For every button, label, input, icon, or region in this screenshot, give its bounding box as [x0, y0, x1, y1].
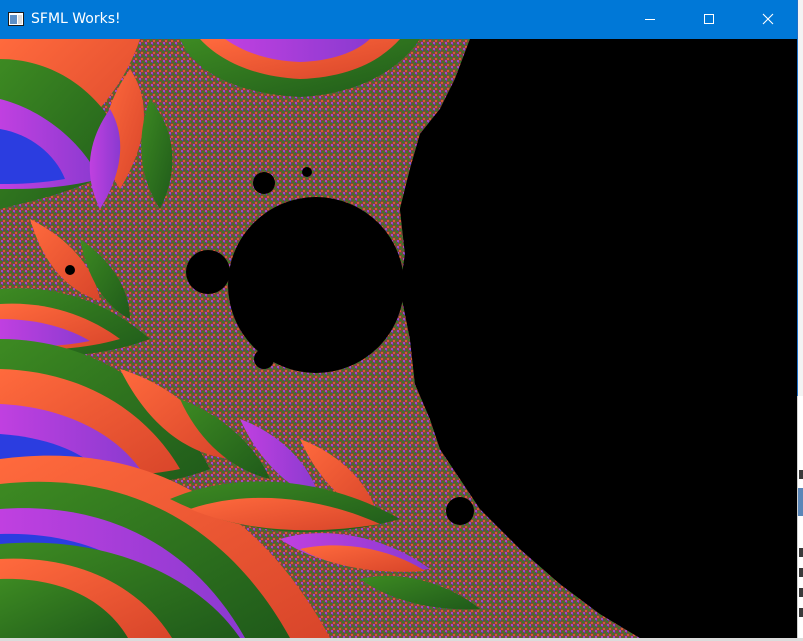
title-bar[interactable]: SFML Works!	[0, 0, 797, 39]
maximize-icon	[703, 10, 715, 29]
background-text-fragment	[799, 588, 803, 597]
sfml-window: SFML Works!	[0, 0, 797, 638]
render-canvas[interactable]	[0, 39, 797, 638]
maximize-button[interactable]	[679, 0, 738, 39]
background-window-edge[interactable]	[797, 396, 803, 641]
background-selection-bar	[798, 488, 803, 516]
window-app-icon	[8, 11, 24, 26]
minimize-button[interactable]	[620, 0, 679, 39]
background-text-fragment	[799, 568, 803, 577]
mandelbrot-fractal	[0, 39, 797, 638]
background-text-fragment	[799, 608, 803, 617]
minimize-icon	[644, 10, 656, 29]
window-title: SFML Works!	[31, 11, 121, 27]
window-controls	[620, 0, 797, 39]
close-icon	[762, 10, 774, 29]
background-text-fragment	[799, 548, 803, 557]
background-text-fragment	[799, 470, 803, 479]
close-button[interactable]	[738, 0, 797, 39]
